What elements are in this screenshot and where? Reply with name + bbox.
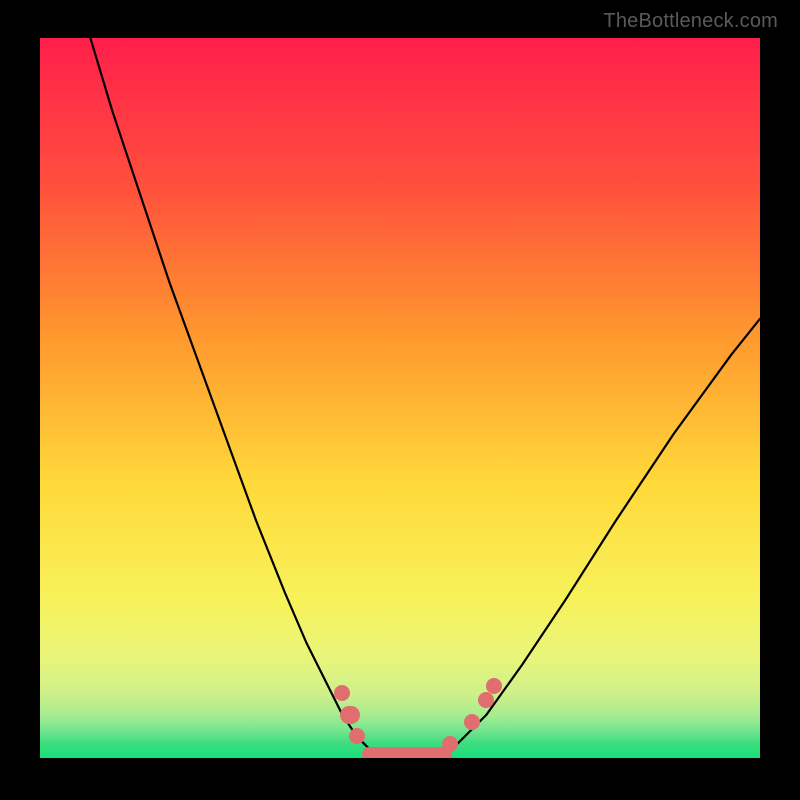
watermark-label: TheBottleneck.com xyxy=(603,10,778,33)
chart-frame: TheBottleneck.com xyxy=(0,0,800,800)
marker-pill-small xyxy=(340,706,360,724)
marker-pill xyxy=(362,747,452,758)
bottleneck-curve xyxy=(40,38,760,758)
marker-dot xyxy=(442,736,458,752)
marker-dot xyxy=(486,678,502,694)
plot-area xyxy=(40,38,760,758)
curve-right xyxy=(458,319,760,744)
curve-left xyxy=(90,38,371,751)
marker-dot xyxy=(464,714,480,730)
